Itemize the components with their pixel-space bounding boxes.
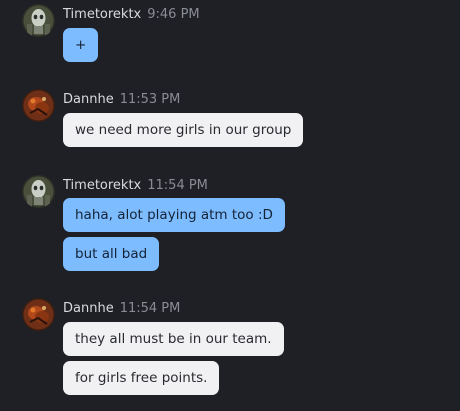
message-bubble[interactable]: they all must be in our team. bbox=[63, 322, 284, 356]
red-creature-avatar-icon[interactable] bbox=[22, 89, 55, 122]
author-name[interactable]: Dannhe bbox=[63, 301, 114, 316]
message-header: Timetorektx 11:54 PM bbox=[63, 177, 208, 195]
timestamp: 9:46 PM bbox=[147, 7, 200, 22]
timestamp: 11:53 PM bbox=[119, 92, 181, 107]
message-bubble[interactable]: + bbox=[63, 28, 99, 62]
timestamp: 11:54 PM bbox=[147, 178, 208, 193]
author-name[interactable]: Timetorektx bbox=[63, 178, 141, 193]
message-bubble[interactable]: but all bad bbox=[63, 237, 160, 271]
skull-avatar-icon[interactable] bbox=[22, 175, 55, 208]
author-name[interactable]: Timetorektx bbox=[63, 7, 141, 22]
message-bubble[interactable]: we need more girls in our group bbox=[63, 113, 304, 147]
message-header: Timetorektx 9:46 PM bbox=[63, 6, 200, 24]
red-creature-avatar-icon[interactable] bbox=[22, 298, 55, 331]
skull-avatar-icon[interactable] bbox=[22, 4, 55, 37]
message-header: Dannhe 11:54 PM bbox=[63, 300, 180, 318]
message-bubble[interactable]: for girls free points. bbox=[63, 361, 220, 395]
chat-message-list: Timetorektx 9:46 PM + Dannhe 11:53 PM we n… bbox=[0, 0, 460, 411]
message-header: Dannhe 11:53 PM bbox=[63, 91, 180, 109]
author-name[interactable]: Dannhe bbox=[63, 92, 114, 107]
timestamp: 11:54 PM bbox=[119, 301, 181, 316]
message-bubble[interactable]: haha, alot playing atm too :D bbox=[63, 198, 285, 232]
